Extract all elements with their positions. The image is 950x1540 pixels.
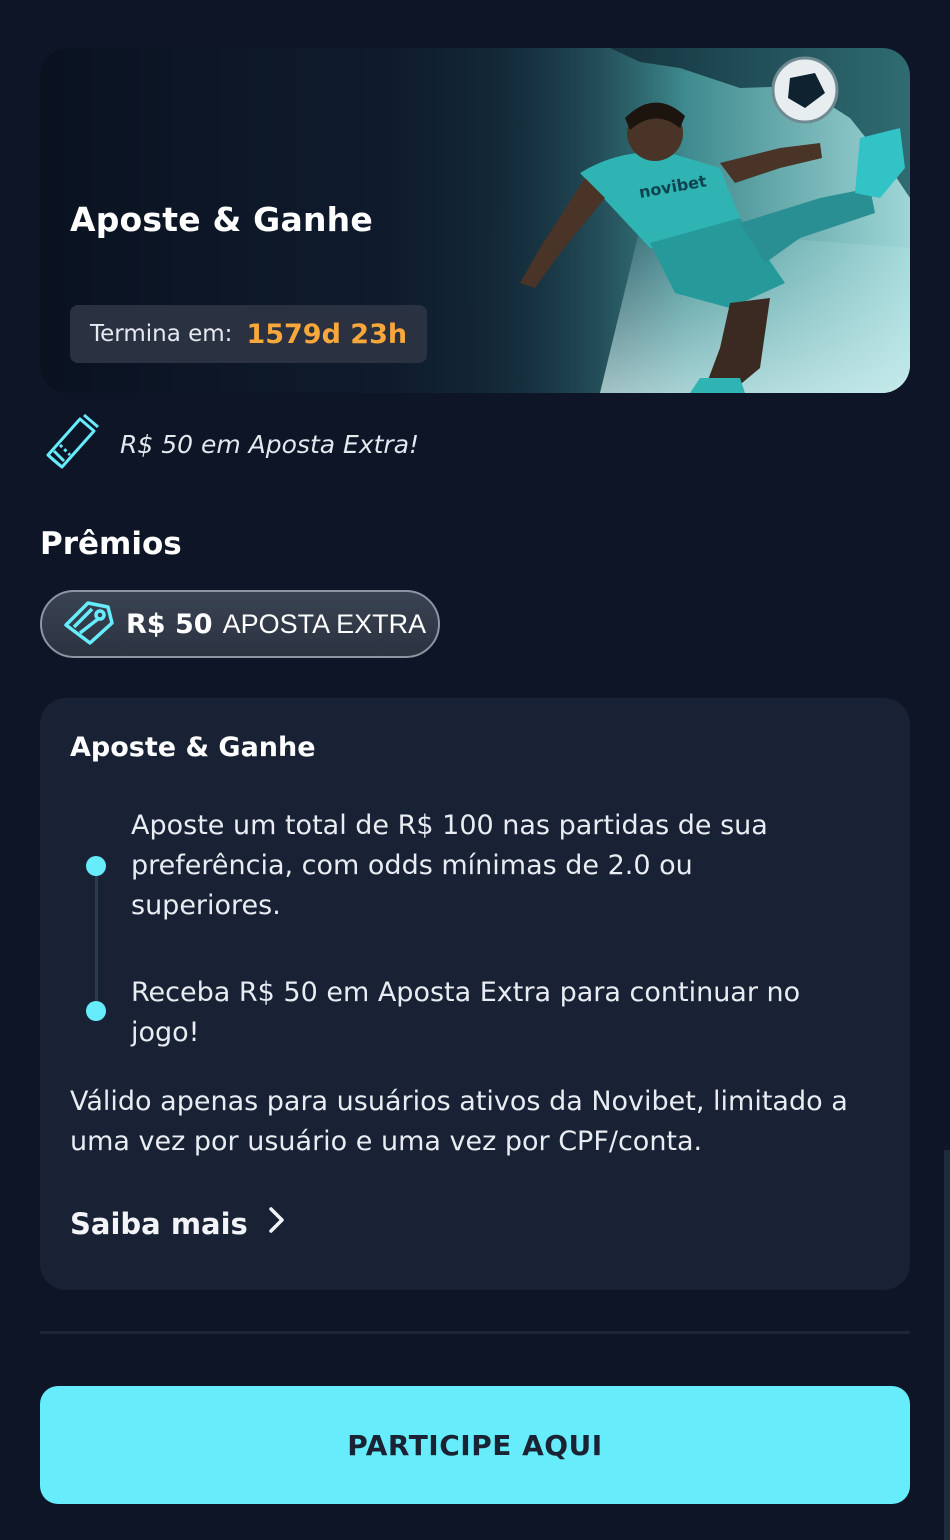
- divider: [40, 1331, 910, 1334]
- learn-more-link[interactable]: Saiba mais: [70, 1206, 286, 1241]
- promo-title: Aposte & Ganhe: [70, 200, 373, 239]
- countdown-label: Termina em:: [90, 321, 233, 347]
- promo-details-card: Aposte & Ganhe Aposte um total de R$ 100…: [40, 698, 910, 1290]
- chevron-right-icon: [268, 1206, 286, 1241]
- step-2-text: Receba R$ 50 em Aposta Extra para contin…: [131, 977, 801, 1048]
- prize-amount: R$ 50: [126, 608, 213, 640]
- terms-text: Válido apenas para usuários ativos da No…: [70, 1086, 848, 1157]
- scrollbar[interactable]: [944, 1150, 950, 1540]
- timeline-line: [95, 866, 98, 1011]
- participate-button[interactable]: PARTICIPE AQUI: [40, 1386, 910, 1504]
- promo-banner: novibet Aposte & Ganhe Termina em: 1579d…: [40, 48, 910, 393]
- countdown-badge: Termina em: 1579d 23h: [70, 305, 428, 363]
- voucher-tag-icon: [62, 599, 116, 649]
- ticket-icon: [40, 411, 102, 477]
- card-title: Aposte & Ganhe: [70, 732, 316, 763]
- timeline-dot: [86, 856, 106, 876]
- prize-chip: R$ 50 APOSTA EXTRA: [40, 590, 440, 658]
- extra-bet-info: R$ 50 em Aposta Extra!: [40, 412, 419, 476]
- timeline-dot: [86, 1001, 106, 1021]
- step-1-text: Aposte um total de R$ 100 nas partidas d…: [131, 810, 768, 921]
- learn-more-label: Saiba mais: [70, 1206, 248, 1241]
- countdown-value: 1579d 23h: [246, 318, 408, 350]
- extra-bet-text: R$ 50 em Aposta Extra!: [120, 429, 420, 459]
- prizes-heading: Prêmios: [40, 526, 182, 562]
- prize-label: APOSTA EXTRA: [222, 608, 427, 639]
